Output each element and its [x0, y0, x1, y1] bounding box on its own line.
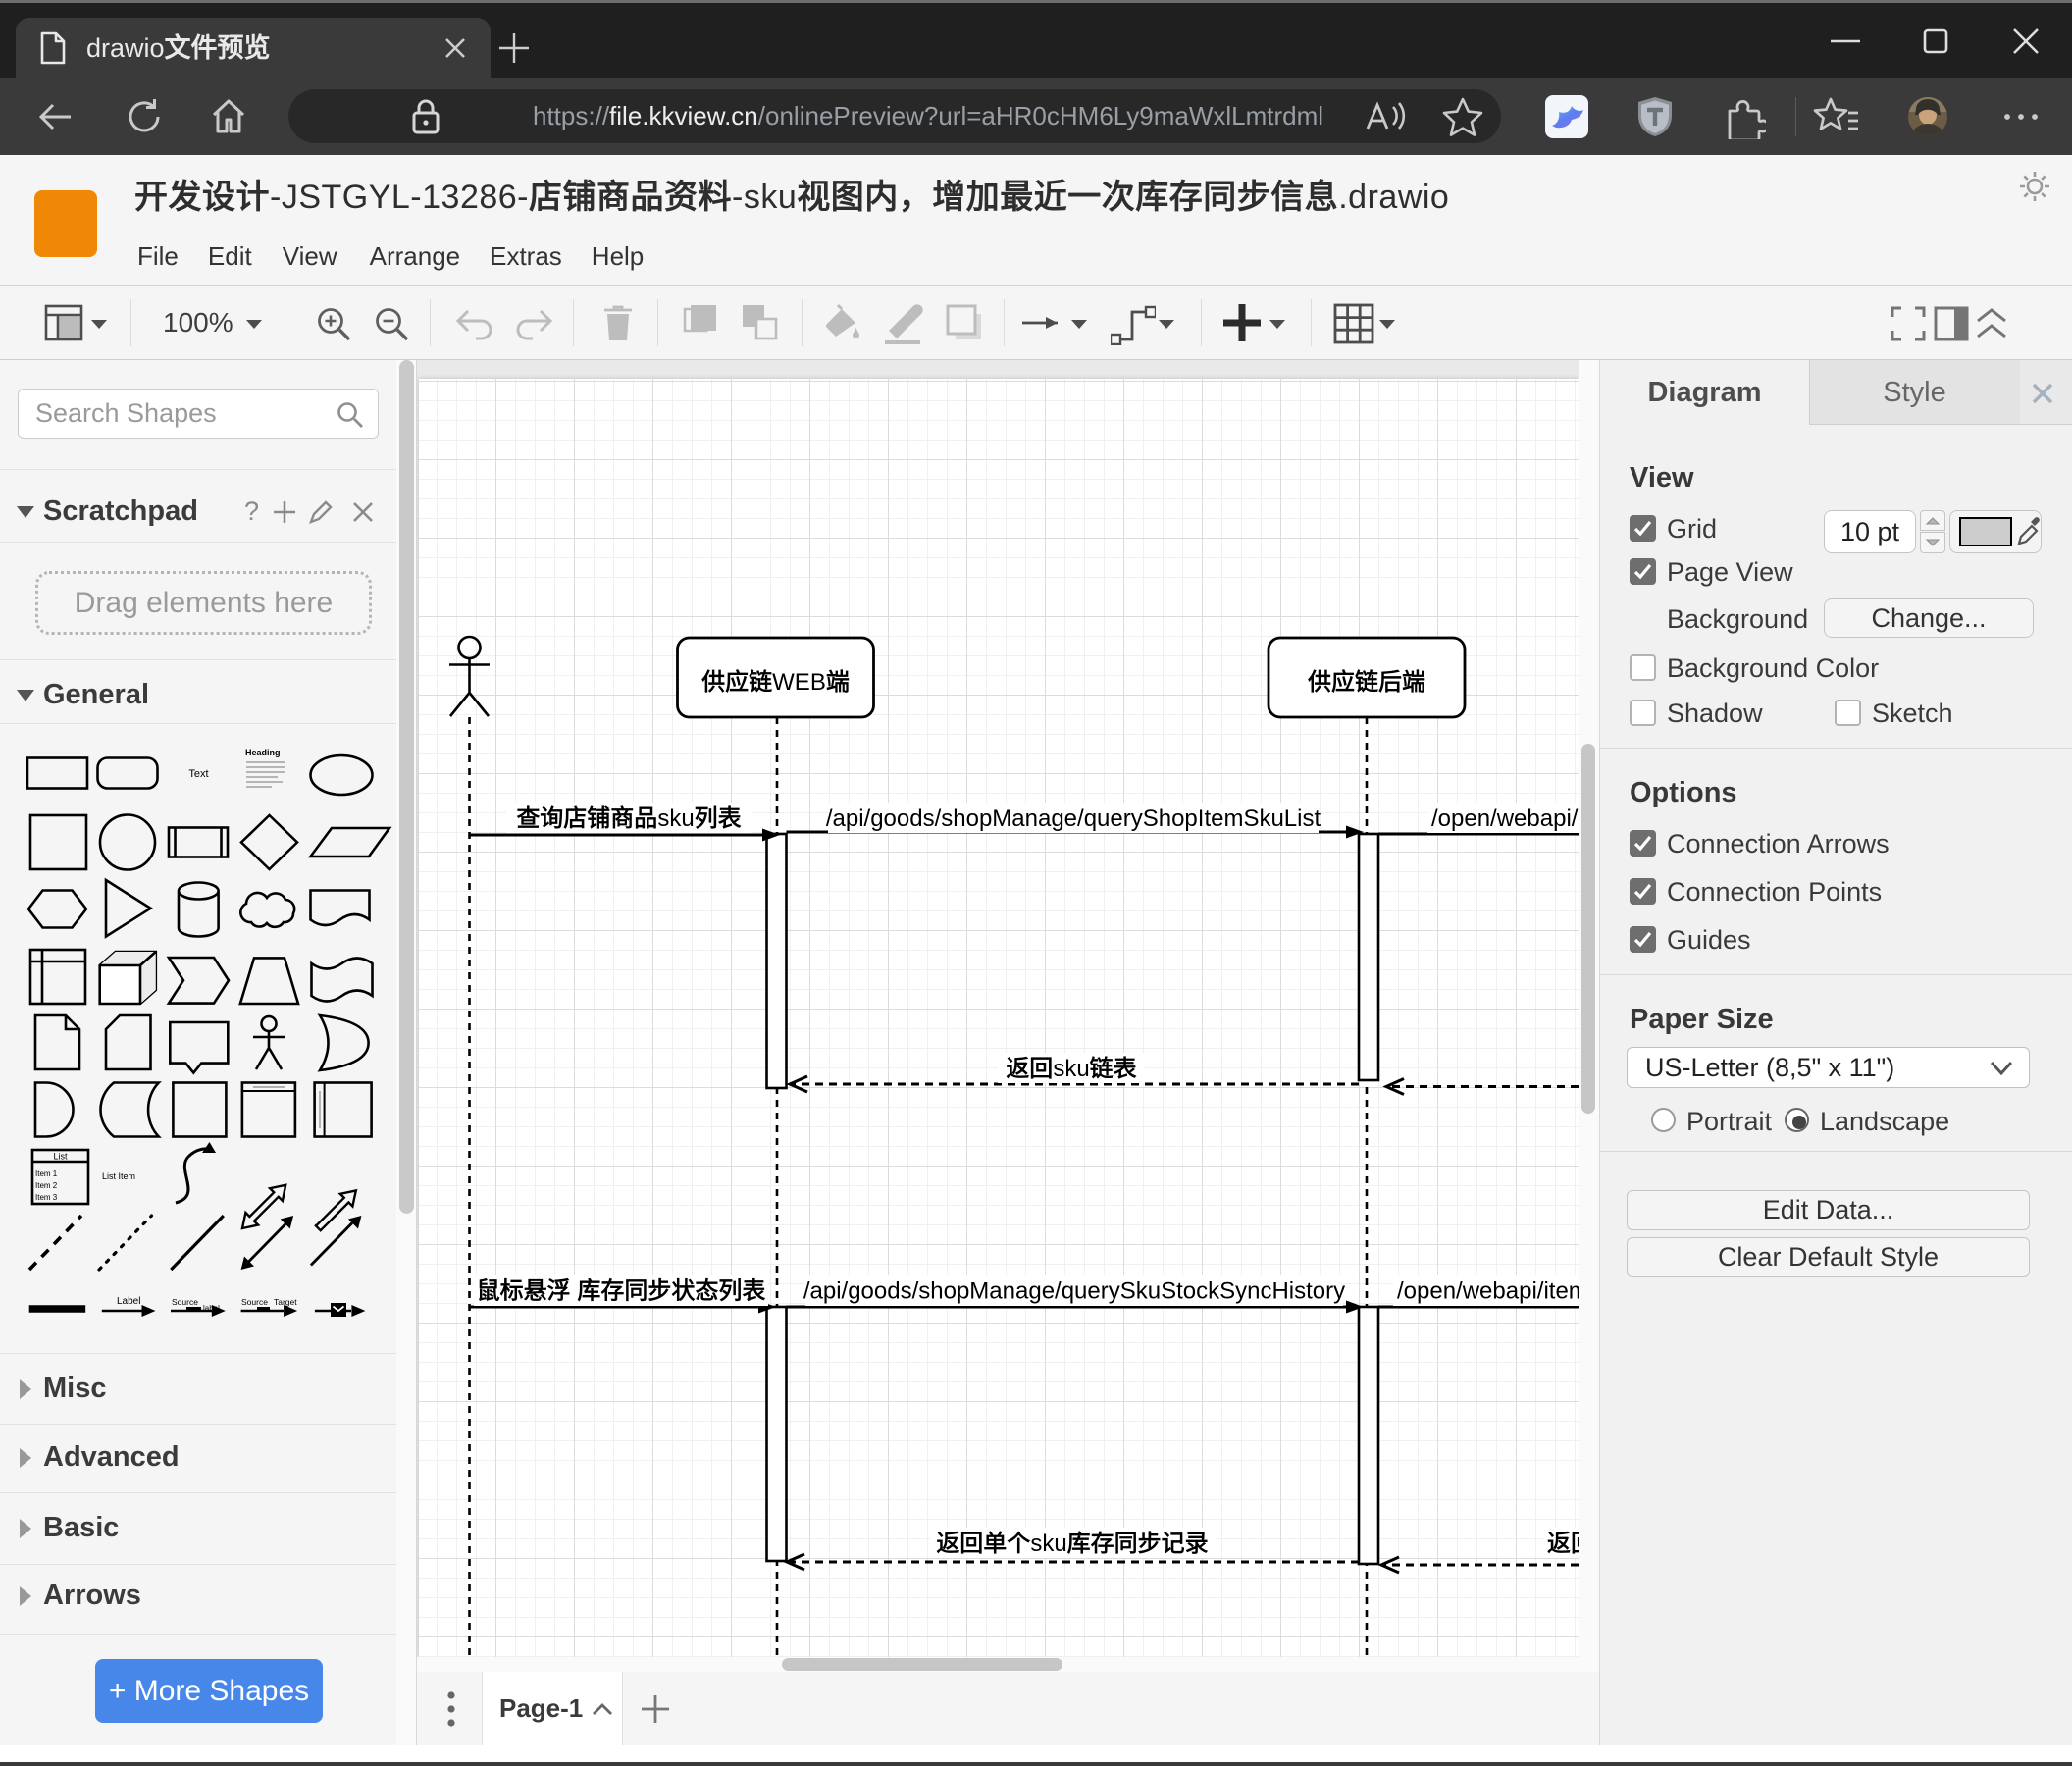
svg-text:鼠标悬浮 库存同步状态列表: 鼠标悬浮 库存同步状态列表 — [477, 1278, 766, 1305]
svg-text:Source: Source — [241, 1297, 268, 1307]
svg-text:供应链后端: 供应链后端 — [1308, 669, 1425, 696]
svg-text:Item 2: Item 2 — [35, 1181, 58, 1190]
svg-text:Target: Target — [274, 1297, 297, 1307]
svg-text:Source: Source — [172, 1297, 198, 1307]
svg-text:查询店铺商品sku列表: 查询店铺商品sku列表 — [516, 805, 741, 832]
svg-text:Text: Text — [188, 768, 208, 780]
svg-text:返回单个: 返回单个 — [1547, 1531, 1579, 1557]
svg-text:/open/webapi/ite: /open/webapi/ite — [1431, 805, 1579, 832]
svg-text:返回单个sku库存同步记录: 返回单个sku库存同步记录 — [936, 1531, 1208, 1557]
svg-text:/api/goods/shopManage/querySku: /api/goods/shopManage/querySkuStockSyncH… — [803, 1278, 1345, 1305]
svg-text:Item 1: Item 1 — [35, 1169, 58, 1178]
svg-text:List: List — [53, 1152, 68, 1162]
svg-text:Label: Label — [117, 1296, 140, 1307]
svg-text:label: label — [203, 1304, 220, 1313]
svg-text:返回sku链表: 返回sku链表 — [1006, 1056, 1136, 1082]
svg-text:Item 3: Item 3 — [35, 1193, 58, 1202]
svg-text:/open/webapi/item: /open/webapi/item — [1397, 1278, 1579, 1305]
svg-text:/api/goods/shopManage/querySho: /api/goods/shopManage/queryShopItemSkuLi… — [826, 805, 1321, 832]
svg-text:List Item: List Item — [102, 1171, 135, 1181]
svg-text:Heading: Heading — [245, 748, 281, 757]
svg-text:供应链WEB端: 供应链WEB端 — [701, 669, 850, 696]
